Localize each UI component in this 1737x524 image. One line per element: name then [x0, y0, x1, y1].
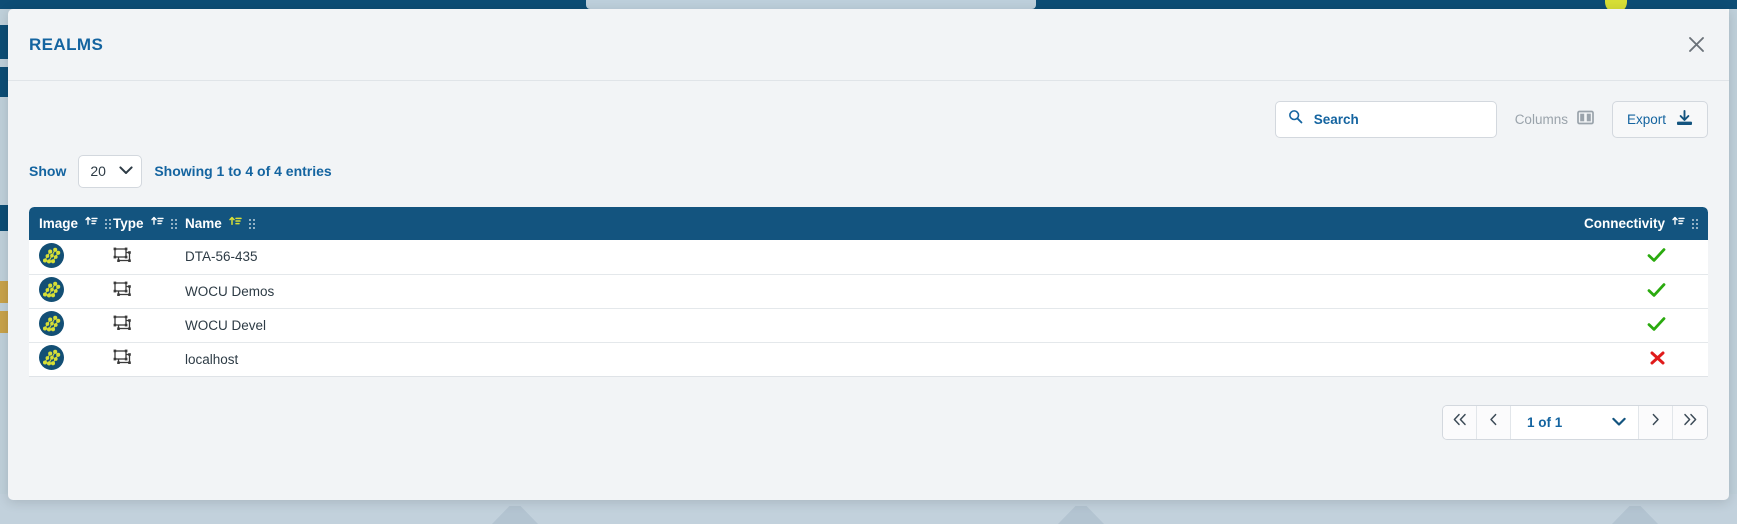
cross-icon — [1649, 351, 1666, 369]
page-label: 1 of 1 — [1527, 414, 1563, 430]
app-top-bar-gap — [586, 0, 1036, 9]
hosts-icon — [113, 247, 132, 267]
modal-header: REALMS — [8, 9, 1729, 81]
show-label: Show — [29, 163, 67, 179]
cell-connectivity — [1348, 308, 1708, 343]
realm-avatar-icon — [39, 242, 64, 268]
column-header-name[interactable]: Name — [175, 207, 1348, 240]
hosts-icon — [113, 349, 132, 369]
realm-avatar-icon — [39, 311, 64, 336]
download-icon — [1676, 109, 1693, 129]
column-label: Connectivity — [1583, 216, 1665, 231]
cell-image — [29, 342, 103, 377]
bottom-shape — [1058, 506, 1104, 524]
sort-icon-active[interactable] — [229, 216, 242, 232]
export-button[interactable]: Export — [1611, 100, 1708, 138]
table-toolbar: Search Columns Export — [29, 81, 1708, 157]
double-chevron-left-icon — [1452, 413, 1468, 431]
cell-image — [29, 240, 103, 275]
column-label: Image — [39, 216, 79, 231]
bottom-shape — [1612, 506, 1658, 524]
drag-handle-icon[interactable] — [170, 218, 177, 229]
page-size-select[interactable]: 20 — [78, 154, 143, 188]
cell-type — [103, 342, 175, 377]
chevron-down-icon — [119, 162, 133, 180]
table-row[interactable]: DTA-56-435 — [29, 240, 1708, 275]
rail-mark — [0, 281, 8, 303]
columns-icon — [1577, 110, 1594, 128]
check-icon — [1647, 282, 1666, 301]
app-right-rail — [1729, 9, 1737, 494]
realms-table: Image Type Name Connectivity DTA-56-435 … — [29, 207, 1708, 377]
chevron-left-icon — [1488, 413, 1499, 431]
cell-connectivity — [1348, 274, 1708, 309]
column-label: Type — [113, 216, 144, 231]
realm-avatar-icon — [39, 277, 64, 302]
previous-page-button[interactable] — [1477, 405, 1511, 439]
chevron-right-icon — [1650, 413, 1661, 431]
table-row[interactable]: WOCU Devel — [29, 308, 1708, 343]
cell-name: DTA-56-435 — [175, 240, 1348, 275]
cell-name: WOCU Devel — [175, 308, 1348, 343]
columns-label: Columns — [1514, 111, 1568, 127]
page-select[interactable]: 1 of 1 — [1511, 405, 1639, 439]
cell-image — [29, 274, 103, 309]
column-header-connectivity[interactable]: Connectivity — [1348, 207, 1708, 240]
last-page-button[interactable] — [1673, 405, 1707, 439]
drag-handle-icon[interactable] — [248, 218, 255, 229]
pager-group: 1 of 1 — [1442, 404, 1708, 440]
cell-name: localhost — [175, 342, 1348, 377]
chevron-down-icon — [1612, 415, 1626, 430]
hosts-icon — [113, 281, 132, 301]
next-page-button[interactable] — [1639, 405, 1673, 439]
table-header-row: Image Type Name Connectivity — [29, 207, 1708, 240]
sort-icon[interactable] — [85, 216, 98, 232]
page-title: REALMS — [29, 34, 104, 54]
close-icon[interactable] — [1681, 30, 1711, 60]
table-row[interactable]: WOCU Demos — [29, 274, 1708, 309]
page-size-value: 20 — [90, 163, 106, 179]
column-label: Name — [185, 216, 222, 231]
table-row[interactable]: localhost — [29, 342, 1708, 377]
hosts-icon — [113, 315, 132, 335]
column-header-type[interactable]: Type — [103, 207, 177, 240]
bottom-shape — [492, 506, 538, 524]
sort-icon[interactable] — [150, 216, 164, 232]
export-label: Export — [1626, 111, 1666, 127]
drag-handle-icon[interactable] — [105, 218, 112, 229]
cell-connectivity — [1348, 342, 1708, 377]
pagination: 1 of 1 — [29, 377, 1708, 440]
double-chevron-right-icon — [1682, 413, 1698, 431]
search-placeholder: Search — [1313, 111, 1359, 127]
cell-type — [103, 274, 175, 309]
cell-type — [103, 240, 175, 275]
columns-button[interactable]: Columns — [1511, 110, 1598, 128]
check-icon — [1647, 316, 1666, 335]
realms-modal: REALMS Search Columns Export Show 20 Sho… — [8, 9, 1729, 500]
rail-mark — [0, 311, 8, 333]
sort-icon[interactable] — [1672, 216, 1685, 232]
modal-body: Search Columns Export Show 20 Showing 1 … — [8, 81, 1729, 440]
cell-connectivity — [1348, 240, 1708, 275]
cell-image — [29, 308, 103, 343]
cell-type — [103, 308, 175, 343]
entries-controls: Show 20 Showing 1 to 4 of 4 entries — [29, 149, 1708, 193]
column-header-image[interactable]: Image — [29, 207, 112, 240]
check-icon — [1647, 248, 1666, 266]
search-icon — [1288, 109, 1303, 129]
cell-name: WOCU Demos — [175, 274, 1348, 309]
first-page-button[interactable] — [1443, 405, 1477, 439]
realm-avatar-icon — [39, 345, 64, 370]
search-input[interactable]: Search — [1274, 100, 1497, 138]
showing-entries-text: Showing 1 to 4 of 4 entries — [154, 163, 332, 179]
drag-handle-icon[interactable] — [1692, 218, 1698, 229]
